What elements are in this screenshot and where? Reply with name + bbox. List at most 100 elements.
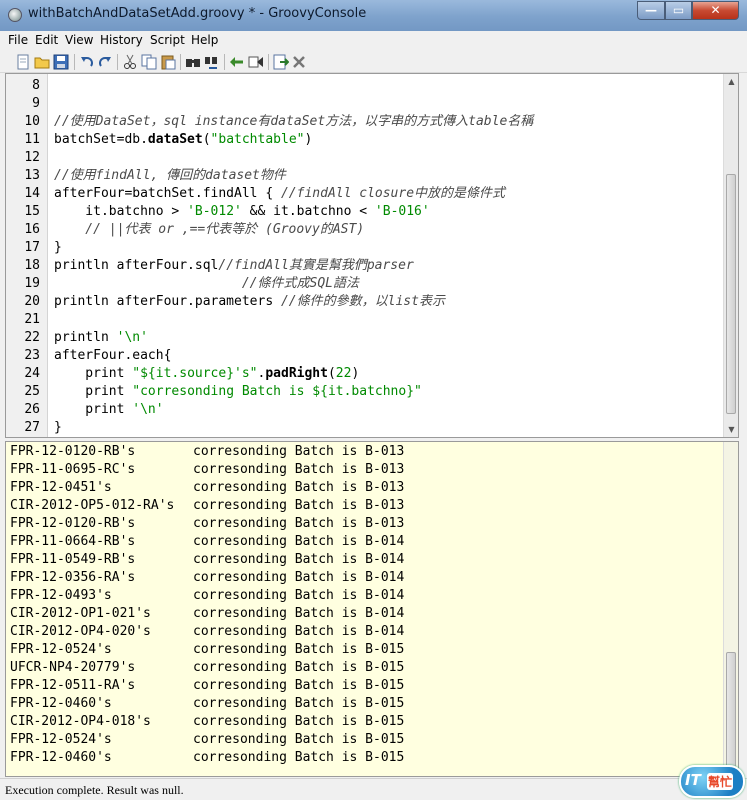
output-source: FPR-12-0356-RA's (10, 570, 136, 585)
line-number: 24 (24, 366, 40, 381)
line-number: 27 (24, 420, 40, 435)
output-batch-text: corresonding Batch is B-013 (193, 498, 405, 513)
code-comment: //使用DataSet，sql instance有dataSet方法，以字串的方… (54, 114, 534, 129)
close-button[interactable]: ✕ (692, 1, 739, 20)
code-line[interactable]: println afterFour.sql//findAll其實是幫我們pars… (54, 257, 414, 275)
menu-view[interactable]: View (65, 33, 93, 47)
open-file-icon[interactable] (34, 54, 50, 70)
output-source: CIR-2012-OP4-020's (10, 624, 151, 639)
scroll-up-icon[interactable]: ▲ (724, 74, 738, 89)
menu-script[interactable]: Script (150, 33, 185, 47)
code-line[interactable]: } (54, 419, 62, 437)
code-line[interactable]: print "corresonding Batch is ${it.batchn… (54, 383, 422, 401)
menu-history[interactable]: History (100, 33, 143, 47)
code-line[interactable]: //條件式成SQL語法 (54, 275, 359, 293)
code-token: print (54, 402, 133, 417)
interrupt-icon[interactable] (291, 54, 307, 70)
line-number: 9 (32, 96, 40, 111)
output-scroll-thumb[interactable] (726, 652, 736, 772)
toolbar-separator (74, 54, 75, 70)
toolbar-separator (268, 54, 269, 70)
output-source: FPR-12-0524's (10, 642, 112, 657)
status-bar: Execution complete. Result was null. (0, 778, 747, 800)
cut-icon[interactable] (122, 54, 138, 70)
scroll-down-icon[interactable]: ▼ (724, 422, 738, 437)
code-line[interactable]: //使用findAll, 傳回的dataset物件 (54, 167, 286, 185)
code-line[interactable]: afterFour.each{ (54, 347, 171, 365)
title-bar[interactable]: withBatchAndDataSetAdd.groovy * - Groovy… (0, 0, 747, 31)
output-source: FPR-12-0493's (10, 588, 112, 603)
minimize-icon: — (645, 3, 657, 17)
menu-edit[interactable]: Edit (35, 33, 58, 47)
code-token: padRight (265, 366, 328, 381)
code-line[interactable]: it.batchno > 'B-012' && it.batchno < 'B-… (54, 203, 429, 221)
output-source: FPR-11-0549-RB's (10, 552, 136, 567)
code-line[interactable]: // ||代表 or ,==代表等於 (Groovy的AST) (54, 221, 364, 239)
copy-icon[interactable] (141, 54, 157, 70)
toolbar-separator (117, 54, 118, 70)
menu-bar: File Edit View History Script Help (0, 31, 747, 51)
history-next-icon[interactable] (248, 54, 264, 70)
window-title: withBatchAndDataSetAdd.groovy * - Groovy… (28, 6, 367, 21)
editor-scroll-thumb[interactable] (726, 174, 736, 414)
code-lines: 8 9 10 //使用DataSet，sql instance有dataSet方法，以… (6, 74, 723, 437)
code-line[interactable]: print "${it.source}'s".padRight(22) (54, 365, 359, 383)
output-batch-text: corresonding Batch is B-013 (193, 480, 405, 495)
new-file-icon[interactable] (15, 54, 31, 70)
script-editor[interactable]: 8 9 10 //使用DataSet，sql instance有dataSet方法，以… (5, 73, 739, 438)
output-batch-text: corresonding Batch is B-014 (193, 570, 405, 585)
editor-scrollbar[interactable]: ▲ ▼ (723, 74, 738, 437)
code-token: println afterFour.parameters (54, 294, 281, 309)
code-comment: //findAll其實是幫我們parser (218, 258, 414, 273)
code-line[interactable]: print '\n' (54, 401, 163, 419)
output-batch-text: corresonding Batch is B-015 (193, 732, 405, 747)
replace-icon[interactable] (204, 54, 220, 70)
output-scrollbar[interactable] (723, 442, 738, 776)
status-text: Execution complete. Result was null. (5, 783, 184, 797)
line-number: 15 (24, 204, 40, 219)
code-line[interactable]: afterFour=batchSet.findAll { //findAll c… (54, 185, 505, 203)
history-previous-icon[interactable] (229, 54, 245, 70)
line-number: 20 (24, 294, 40, 309)
code-line[interactable]: println afterFour.parameters //條件的參數，以li… (54, 293, 445, 311)
output-source: FPR-12-0460's (10, 696, 112, 711)
code-line[interactable]: //使用DataSet，sql instance有dataSet方法，以字串的方… (54, 113, 533, 131)
output-source: CIR-2012-OP1-021's (10, 606, 151, 621)
code-token: afterFour=batchSet.findAll { (54, 186, 281, 201)
minimize-button[interactable]: — (637, 1, 665, 20)
find-icon[interactable] (185, 54, 201, 70)
code-comment: //條件式成SQL語法 (54, 276, 359, 291)
code-line[interactable]: println '\n' (54, 329, 148, 347)
undo-icon[interactable] (79, 54, 95, 70)
code-line[interactable]: batchSet=db.dataSet("batchtable") (54, 131, 312, 149)
code-token: it.batchno > (54, 204, 188, 219)
output-source: FPR-12-0120-RB's (10, 516, 136, 531)
code-token: println (54, 330, 117, 345)
output-source: CIR-2012-OP4-018's (10, 714, 151, 729)
output-batch-text: corresonding Batch is B-015 (193, 696, 405, 711)
output-batch-text: corresonding Batch is B-013 (193, 516, 405, 531)
output-batch-text: corresonding Batch is B-015 (193, 678, 405, 693)
redo-icon[interactable] (97, 54, 113, 70)
code-line[interactable]: } (54, 239, 62, 257)
output-pane[interactable]: FPR-12-0120-RB's corresonding Batch is B-… (5, 441, 739, 777)
menu-help[interactable]: Help (191, 33, 218, 47)
toolbar (0, 51, 747, 73)
line-number: 14 (24, 186, 40, 201)
menu-file[interactable]: File (8, 33, 28, 47)
code-string: "batchtable" (210, 132, 305, 147)
line-number: 21 (24, 312, 40, 327)
code-string: 22 (335, 366, 352, 381)
paste-icon[interactable] (160, 54, 176, 70)
line-number: 26 (24, 402, 40, 417)
output-source: FPR-11-0664-RB's (10, 534, 136, 549)
output-source: FPR-12-0524's (10, 732, 112, 747)
maximize-button[interactable]: ▭ (665, 1, 692, 20)
output-batch-text: corresonding Batch is B-015 (193, 660, 405, 675)
run-script-icon[interactable] (273, 54, 290, 70)
save-icon[interactable] (53, 54, 69, 70)
code-token: dataSet (147, 132, 203, 147)
code-token: ) (351, 366, 360, 381)
toolbar-separator (224, 54, 225, 70)
code-token: println afterFour.sql (54, 258, 219, 273)
